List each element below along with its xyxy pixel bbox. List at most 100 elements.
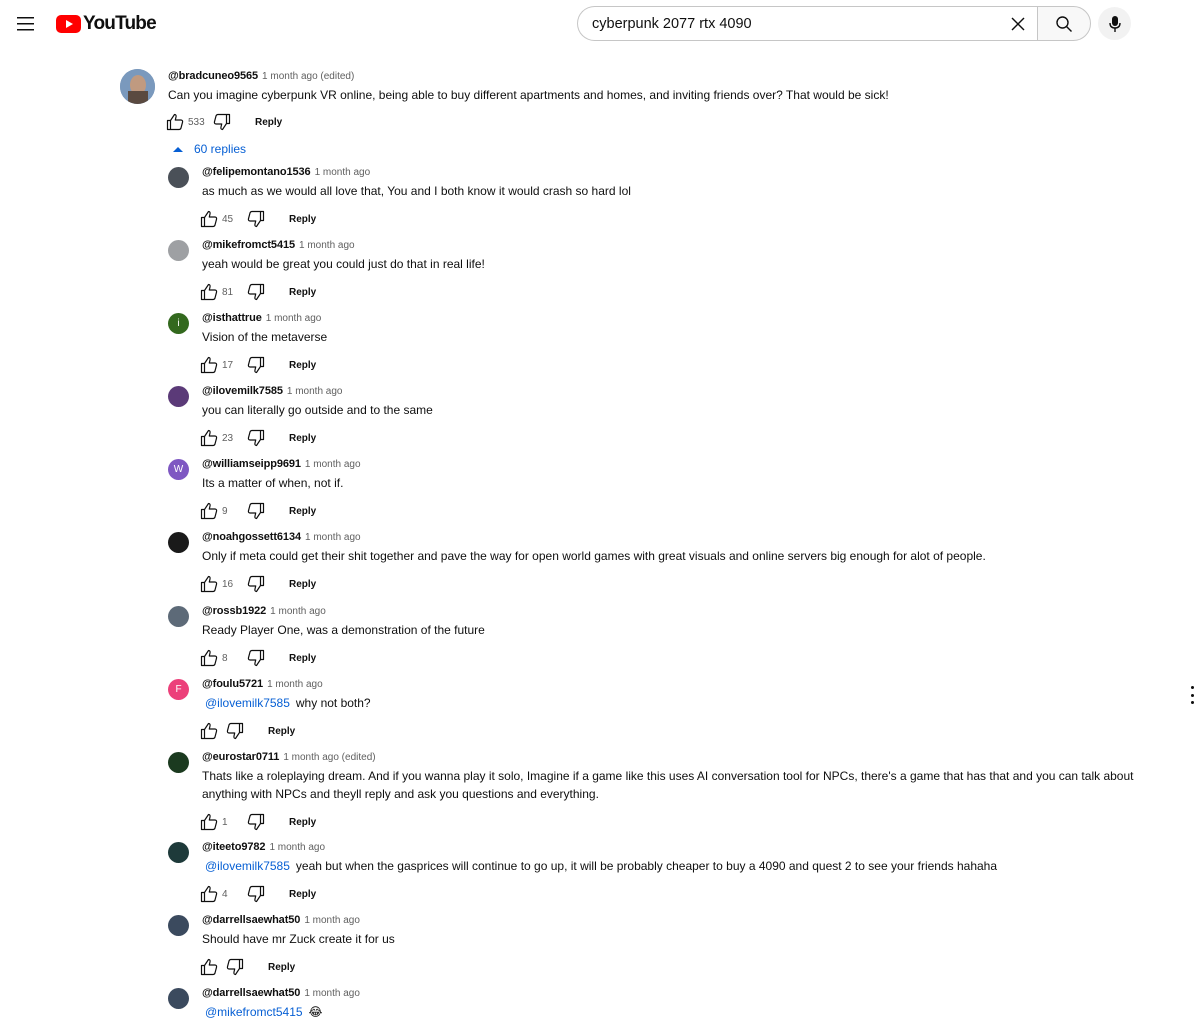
- reply-button[interactable]: Reply: [289, 433, 316, 444]
- like-button[interactable]: [200, 885, 218, 903]
- dislike-button[interactable]: [247, 429, 265, 447]
- thumbs-down-icon: [213, 113, 231, 131]
- dislike-button[interactable]: [247, 649, 265, 667]
- comment-author[interactable]: @rossb1922: [202, 605, 266, 617]
- comment-text-row: yeah would be great you could just do th…: [202, 255, 1177, 273]
- comment-author[interactable]: @ilovemilk7585: [202, 385, 283, 397]
- voice-search-button[interactable]: [1098, 7, 1131, 40]
- comment-text-row: @ilovemilk7585 why not both?: [202, 694, 1177, 712]
- avatar[interactable]: [120, 69, 155, 104]
- dislike-button[interactable]: [247, 575, 265, 593]
- search-input[interactable]: [592, 15, 992, 32]
- thumbs-up-icon: [200, 575, 218, 593]
- replies-toggle-button[interactable]: 60 replies: [172, 142, 246, 156]
- avatar[interactable]: [168, 915, 189, 936]
- comment-time[interactable]: 1 month ago: [305, 532, 361, 543]
- reply-button[interactable]: Reply: [268, 726, 295, 737]
- comment-author[interactable]: @isthattrue: [202, 312, 262, 324]
- comment-author[interactable]: @noahgossett6134: [202, 531, 301, 543]
- reply-button[interactable]: Reply: [289, 817, 316, 828]
- dot-icon: [1190, 693, 1194, 697]
- like-button[interactable]: [200, 722, 218, 740]
- avatar[interactable]: i: [168, 313, 189, 334]
- comment-author[interactable]: @darrellsaewhat50: [202, 914, 300, 926]
- search-button[interactable]: [1037, 6, 1091, 41]
- comment-time[interactable]: 1 month ago: [304, 988, 360, 999]
- youtube-logo[interactable]: YouTube: [56, 13, 157, 35]
- reply-button[interactable]: Reply: [268, 962, 295, 973]
- thumbs-up-icon: [200, 283, 218, 301]
- mention-link[interactable]: @mikefromct5415: [205, 1005, 303, 1019]
- reply-button[interactable]: Reply: [255, 117, 282, 128]
- dislike-button[interactable]: [226, 958, 244, 976]
- comment-time[interactable]: 1 month ago: [305, 459, 361, 470]
- comment-time[interactable]: 1 month ago: [287, 386, 343, 397]
- comment-text: Ready Player One, was a demonstration of…: [202, 623, 485, 637]
- comment-time[interactable]: 1 month ago: [269, 842, 325, 853]
- comment-time[interactable]: 1 month ago (edited): [283, 752, 375, 763]
- like-button[interactable]: [200, 356, 218, 374]
- comment-author[interactable]: @darrellsaewhat50: [202, 987, 300, 999]
- avatar[interactable]: [168, 532, 189, 553]
- comment-time[interactable]: 1 month ago: [270, 606, 326, 617]
- avatar[interactable]: [168, 606, 189, 627]
- like-button[interactable]: [200, 283, 218, 301]
- avatar[interactable]: [168, 988, 189, 1009]
- mention-link[interactable]: @ilovemilk7585: [205, 696, 290, 710]
- comment-header: @iteeto9782 1 month ago: [202, 841, 325, 853]
- dislike-button[interactable]: [247, 885, 265, 903]
- comment-time[interactable]: 1 month ago: [304, 915, 360, 926]
- clear-search-button[interactable]: [1004, 10, 1032, 38]
- avatar[interactable]: F: [168, 679, 189, 700]
- reply-button[interactable]: Reply: [289, 287, 316, 298]
- menu-button[interactable]: [10, 8, 42, 40]
- dislike-button[interactable]: [226, 722, 244, 740]
- comment-author[interactable]: @eurostar0711: [202, 751, 279, 763]
- reply-button[interactable]: Reply: [289, 653, 316, 664]
- mention-link[interactable]: @ilovemilk7585: [205, 859, 290, 873]
- like-button[interactable]: [166, 113, 184, 131]
- comment-author[interactable]: @williamseipp9691: [202, 458, 301, 470]
- dislike-button[interactable]: [247, 356, 265, 374]
- comment-time[interactable]: 1 month ago: [267, 679, 323, 690]
- reply-button[interactable]: Reply: [289, 506, 316, 517]
- dislike-button[interactable]: [247, 813, 265, 831]
- comment-author[interactable]: @foulu5721: [202, 678, 263, 690]
- dislike-button[interactable]: [247, 283, 265, 301]
- avatar[interactable]: [168, 167, 189, 188]
- like-button[interactable]: [200, 649, 218, 667]
- thumbs-down-icon: [247, 356, 265, 374]
- avatar[interactable]: W: [168, 459, 189, 480]
- reply-button[interactable]: Reply: [289, 889, 316, 900]
- comment-time[interactable]: 1 month ago: [266, 313, 322, 324]
- like-button[interactable]: [200, 210, 218, 228]
- like-button[interactable]: [200, 575, 218, 593]
- dislike-button[interactable]: [247, 210, 265, 228]
- comment-time[interactable]: 1 month ago: [315, 167, 371, 178]
- like-button[interactable]: [200, 958, 218, 976]
- reply-button[interactable]: Reply: [289, 214, 316, 225]
- comment-author[interactable]: @felipemontano1536: [202, 166, 311, 178]
- avatar[interactable]: [168, 386, 189, 407]
- dislike-button[interactable]: [213, 113, 231, 131]
- comment-author[interactable]: @bradcuneo9565: [168, 70, 258, 82]
- comment-author[interactable]: @mikefromct5415: [202, 239, 295, 251]
- comment-time[interactable]: 1 month ago: [299, 240, 355, 251]
- avatar[interactable]: [168, 240, 189, 261]
- avatar[interactable]: [168, 752, 189, 773]
- like-button[interactable]: [200, 813, 218, 831]
- reply-button[interactable]: Reply: [289, 360, 316, 371]
- dislike-button[interactable]: [247, 502, 265, 520]
- thumbs-down-icon: [226, 722, 244, 740]
- comment-header: @noahgossett6134 1 month ago: [202, 531, 361, 543]
- comment-time[interactable]: 1 month ago (edited): [262, 71, 354, 82]
- comment-header: @felipemontano1536 1 month ago: [202, 166, 370, 178]
- like-button[interactable]: [200, 429, 218, 447]
- more-actions-button[interactable]: [1186, 686, 1198, 704]
- comment-header: @isthattrue 1 month ago: [202, 312, 321, 324]
- comment-author[interactable]: @iteeto9782: [202, 841, 266, 853]
- like-button[interactable]: [200, 502, 218, 520]
- like-count: 16: [222, 578, 234, 590]
- avatar[interactable]: [168, 842, 189, 863]
- reply-button[interactable]: Reply: [289, 579, 316, 590]
